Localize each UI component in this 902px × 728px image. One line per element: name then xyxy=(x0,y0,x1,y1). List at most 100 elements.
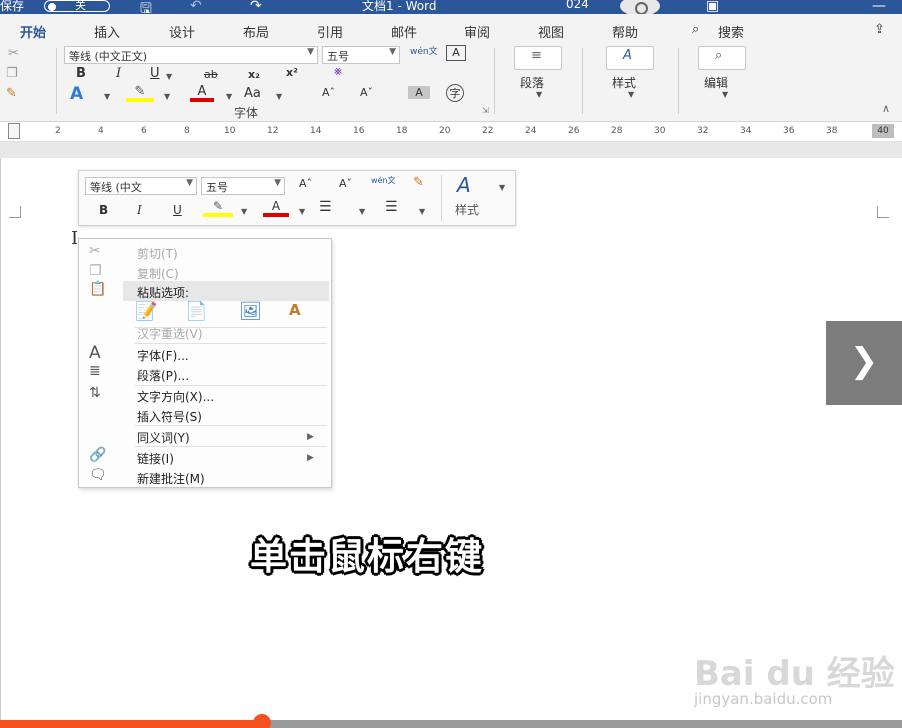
mini-numbering-icon[interactable]: ☰ xyxy=(385,199,398,215)
chevron-down-icon[interactable]: ▼ xyxy=(299,207,305,216)
ruler-tick: 28 xyxy=(611,126,623,136)
enclose-char-icon[interactable]: 字 xyxy=(446,84,464,102)
menu-item-paragraph[interactable]: 段落(P)... xyxy=(137,367,189,384)
mini-underline-button[interactable]: U xyxy=(173,203,182,217)
chevron-down-icon[interactable]: ▼ xyxy=(722,90,728,99)
strikethrough-button[interactable]: ab xyxy=(204,68,218,81)
mini-format-painter-icon[interactable]: ✎ xyxy=(413,175,424,190)
menu-item-font[interactable]: 字体(F)... xyxy=(137,347,189,364)
grow-font-icon[interactable]: Aˆ xyxy=(322,86,335,99)
tab-references[interactable]: 引用 xyxy=(317,22,343,41)
phonetic-guide-icon[interactable]: wén文 xyxy=(410,44,438,57)
mini-styles-icon[interactable]: A xyxy=(457,173,471,197)
ruler-tick: 34 xyxy=(740,126,752,136)
font-name-combo[interactable]: 等线 (中文正文) ▼ xyxy=(64,46,318,64)
horizontal-ruler[interactable]: 2 4 6 8 10 12 14 16 18 20 22 24 26 28 30… xyxy=(0,122,902,142)
cut-icon[interactable]: ✂ xyxy=(8,46,19,61)
chevron-down-icon[interactable]: ▼ xyxy=(104,92,110,101)
font-size-combo[interactable]: 五号 ▼ xyxy=(322,46,400,64)
font-dialog-launcher-icon[interactable]: ⇲ xyxy=(482,106,489,115)
bold-button[interactable]: B xyxy=(76,66,86,81)
font-color-icon[interactable]: A xyxy=(190,84,214,102)
mini-shrink-font-icon[interactable]: Aˇ xyxy=(339,177,352,190)
char-shading-icon[interactable]: A xyxy=(408,86,430,99)
next-arrow-button[interactable]: ❯ xyxy=(826,321,902,405)
progress-thumb[interactable] xyxy=(252,714,271,728)
chevron-down-icon[interactable]: ▼ xyxy=(276,92,282,101)
paste-keep-source-icon[interactable]: 📝 xyxy=(135,301,163,325)
copy-icon[interactable]: ❐ xyxy=(6,66,18,81)
italic-button[interactable]: I xyxy=(116,66,121,81)
undo-icon[interactable]: ↶ xyxy=(190,0,202,14)
menu-item-hanzi-reconvert[interactable]: 汉字重选(V) xyxy=(137,325,203,342)
tab-view[interactable]: 视图 xyxy=(538,22,564,41)
save-icon[interactable]: 🖫 xyxy=(140,0,152,14)
superscript-button[interactable]: x² xyxy=(286,66,298,79)
format-painter-icon[interactable]: ✎ xyxy=(6,86,17,101)
text-direction-icon: ⇅ xyxy=(89,385,101,401)
collapse-ribbon-icon[interactable]: ∧ xyxy=(882,102,890,115)
menu-item-text-direction[interactable]: 文字方向(X)... xyxy=(137,388,214,405)
video-progress-bar[interactable] xyxy=(0,714,902,728)
subscript-button[interactable]: x₂ xyxy=(248,68,260,81)
mini-grow-font-icon[interactable]: Aˆ xyxy=(299,177,312,190)
chevron-down-icon[interactable]: ▼ xyxy=(536,90,542,99)
autosave-toggle[interactable]: 关 xyxy=(44,0,110,12)
chevron-down-icon[interactable]: ▼ xyxy=(628,90,634,99)
tab-help[interactable]: 帮助 xyxy=(612,22,638,41)
mini-font-name-combo[interactable]: 等线 (中文 ▼ xyxy=(85,177,197,195)
mini-phonetic-guide-icon[interactable]: wén文 xyxy=(371,175,396,186)
tab-insert[interactable]: 插入 xyxy=(94,22,120,41)
menu-item-insert-symbol[interactable]: 插入符号(S) xyxy=(137,408,202,425)
tab-layout[interactable]: 布局 xyxy=(243,22,269,41)
share-icon[interactable]: ⇪ xyxy=(874,22,885,37)
chevron-down-icon[interactable]: ▼ xyxy=(164,92,170,101)
change-case-button[interactable]: Aa xyxy=(244,86,261,101)
cut-icon: ✂ xyxy=(89,243,101,259)
tab-home[interactable]: 开始 xyxy=(20,22,47,47)
mini-font-size-value: 五号 xyxy=(206,181,228,194)
minimize-icon[interactable]: — xyxy=(872,0,886,14)
mini-italic-button[interactable]: I xyxy=(137,203,142,217)
mini-bullets-icon[interactable]: ☰ xyxy=(319,199,332,215)
paragraph-button[interactable]: ≡ xyxy=(514,46,562,70)
mini-bold-button[interactable]: B xyxy=(99,203,108,217)
ruler-tick: 14 xyxy=(310,126,322,136)
ruler-tick: 18 xyxy=(396,126,408,136)
menu-item-new-comment[interactable]: 新建批注(M) xyxy=(137,470,205,487)
tab-mailings[interactable]: 邮件 xyxy=(391,22,417,41)
menu-item-link[interactable]: 链接(I) xyxy=(137,450,174,467)
mini-font-size-combo[interactable]: 五号 ▼ xyxy=(201,177,285,195)
styles-button[interactable]: A xyxy=(606,46,654,70)
tab-design[interactable]: 设计 xyxy=(169,22,195,41)
ruler-tick: 20 xyxy=(439,126,451,136)
menu-item-cut[interactable]: 剪切(T) xyxy=(137,245,178,262)
clear-formatting-icon[interactable]: ⨳ xyxy=(334,64,342,79)
highlight-icon[interactable]: ✎ xyxy=(126,84,154,102)
underline-button[interactable]: U xyxy=(150,66,160,81)
paste-text-only-icon[interactable]: A xyxy=(289,301,317,325)
search-icon[interactable]: ⌕ xyxy=(692,22,699,37)
paste-merge-format-icon[interactable]: 📄 xyxy=(185,301,213,325)
chevron-down-icon[interactable]: ▼ xyxy=(241,207,247,216)
menu-item-synonyms[interactable]: 同义词(Y) xyxy=(137,429,190,446)
chevron-down-icon[interactable]: ▼ xyxy=(226,92,232,101)
ribbon-display-icon[interactable]: ▣ xyxy=(706,0,719,14)
redo-icon[interactable]: ↷ xyxy=(250,0,262,14)
account-avatar-icon[interactable] xyxy=(620,0,660,14)
tab-review[interactable]: 审阅 xyxy=(464,22,490,41)
chevron-down-icon[interactable]: ▼ xyxy=(166,72,172,81)
indent-marker[interactable] xyxy=(8,123,20,139)
text-effects-icon[interactable]: A xyxy=(70,84,83,104)
editing-button[interactable]: ⌕ xyxy=(698,46,746,70)
shrink-font-icon[interactable]: Aˇ xyxy=(360,86,373,99)
paste-picture-icon[interactable]: 🖼 xyxy=(239,301,267,325)
mini-font-color-icon[interactable]: A xyxy=(263,199,289,217)
search-label[interactable]: 搜索 xyxy=(718,22,744,41)
menu-item-copy[interactable]: 复制(C) xyxy=(137,265,179,282)
chevron-down-icon[interactable]: ▼ xyxy=(359,207,365,216)
mini-highlight-icon[interactable]: ✎ xyxy=(203,199,233,217)
char-border-icon[interactable]: A xyxy=(446,45,466,61)
chevron-down-icon[interactable]: ▼ xyxy=(419,207,425,216)
chevron-down-icon[interactable]: ▼ xyxy=(499,183,505,192)
